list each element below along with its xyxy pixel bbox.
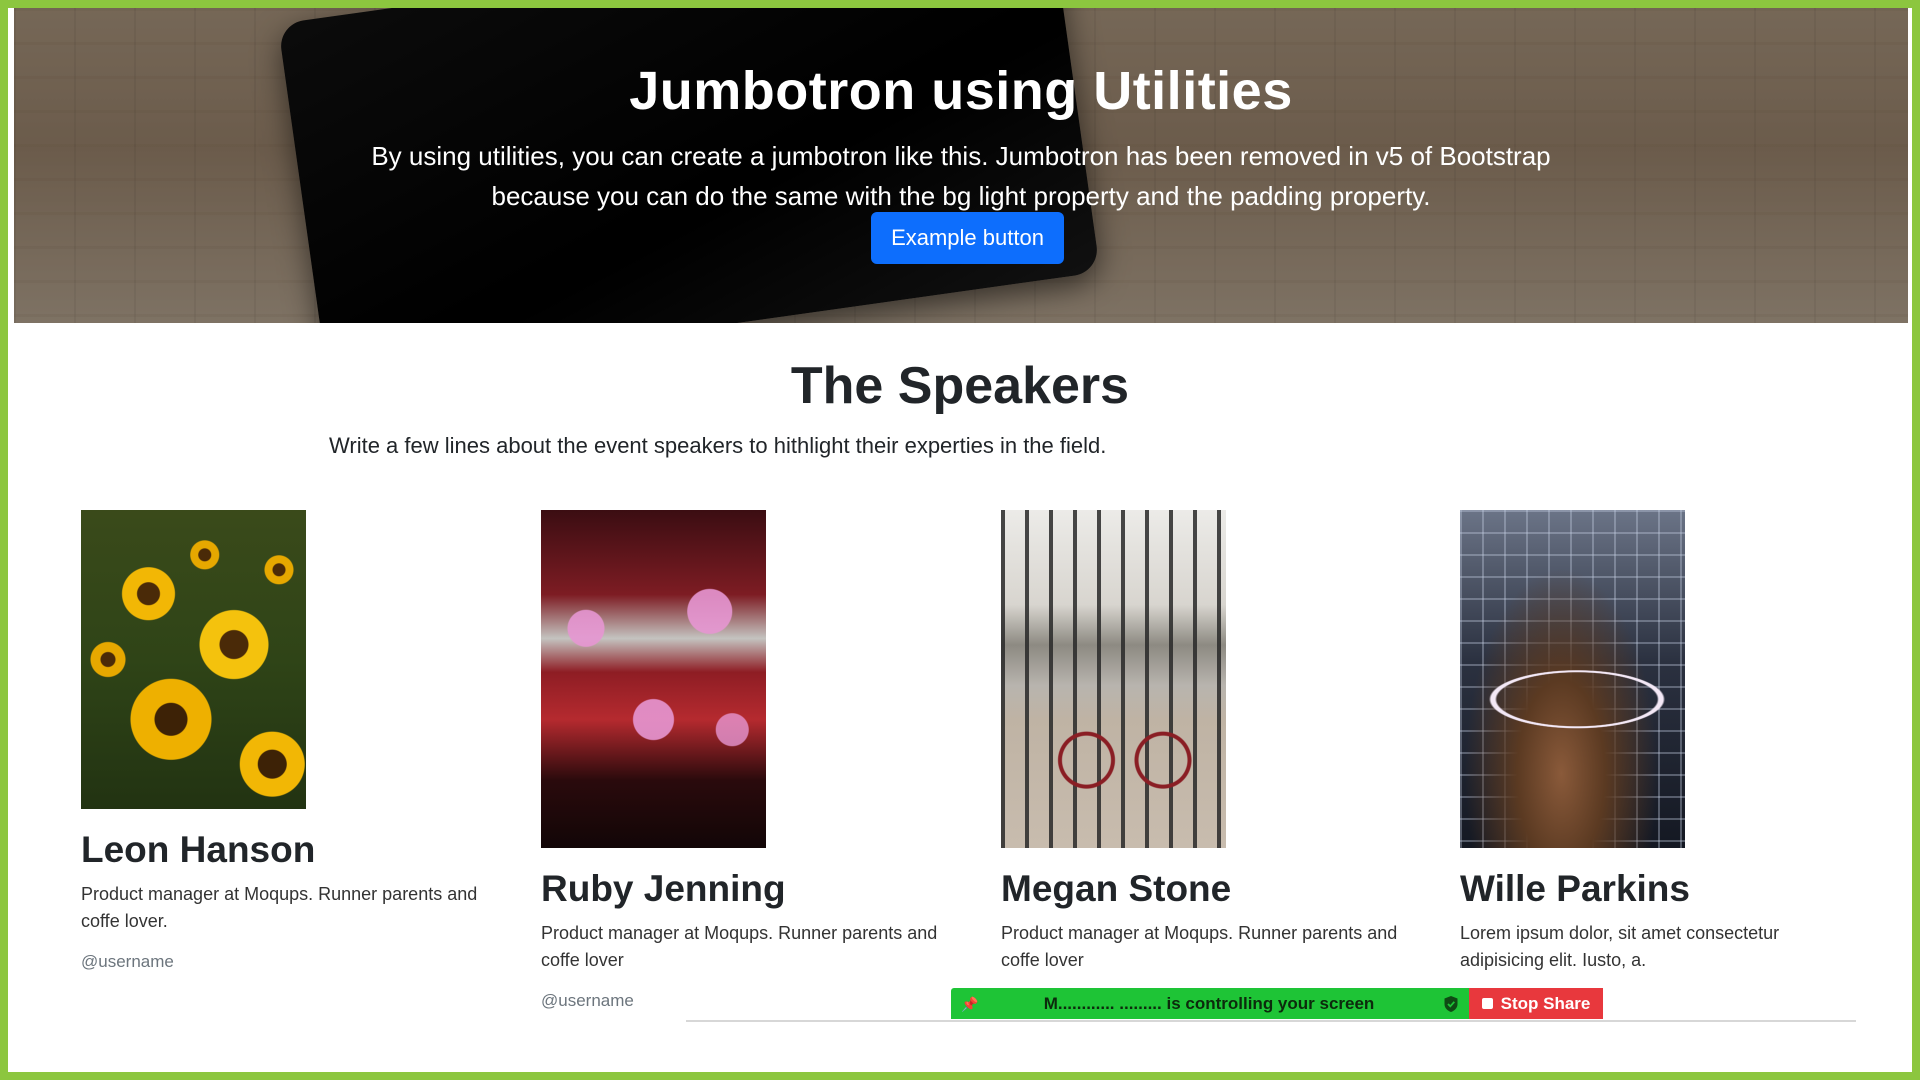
share-divider-line (686, 1020, 1856, 1022)
speaker-card: Megan Stone Product manager at Moqups. R… (1001, 510, 1421, 974)
speaker-name: Ruby Jenning (541, 868, 786, 909)
screen-control-message: M............ ......... is controlling y… (1043, 993, 1375, 1013)
speaker-bio: Product manager at Moqups. Runner parent… (1001, 923, 1398, 970)
speaker-card: Leon Hanson Product manager at Moqups. R… (81, 510, 501, 972)
speaker-name: Megan Stone (1001, 868, 1232, 909)
speaker-username: @username (541, 991, 634, 1010)
temple-blossoms-photo (541, 510, 766, 848)
speaker-name: Wille Parkins (1460, 868, 1690, 909)
hero-lead: By using utilities, you can create a jum… (371, 141, 1551, 211)
example-button[interactable]: Example button (871, 212, 1064, 264)
jumbotron: Jumbotron using Utilities By using utili… (14, 8, 1908, 323)
hero-content: Jumbotron using Utilities By using utili… (14, 8, 1908, 323)
speakers-subtitle: Write a few lines about the event speake… (329, 433, 1107, 458)
speaker-name: Leon Hanson (81, 829, 316, 870)
speaker-bio: Lorem ipsum dolor, sit amet consectetur … (1460, 923, 1780, 970)
screen-control-bar[interactable]: 📌 M............ ......... is controlling… (951, 988, 1469, 1019)
pin-icon[interactable]: 📌 (961, 997, 978, 1011)
speaker-card: Wille Parkins Lorem ipsum dolor, sit ame… (1460, 510, 1880, 974)
shield-check-icon (1444, 995, 1458, 1012)
speaker-username: @username (81, 952, 174, 971)
sunflower-field-photo (81, 510, 306, 809)
speaker-bio: Product manager at Moqups. Runner parent… (81, 884, 478, 931)
stop-share-button[interactable]: Stop Share (1469, 988, 1603, 1019)
stop-share-label: Stop Share (1500, 993, 1591, 1013)
speaker-card: Ruby Jenning Product manager at Moqups. … (541, 510, 961, 1011)
page-frame: Jumbotron using Utilities By using utili… (8, 8, 1912, 1072)
speaker-bio: Product manager at Moqups. Runner parent… (541, 923, 938, 970)
bicycle-by-lake-photo (1001, 510, 1226, 848)
glass-dome-garden-photo (1460, 510, 1685, 848)
hero-title: Jumbotron using Utilities (629, 61, 1293, 121)
stop-icon (1481, 998, 1493, 1009)
speakers-title: The Speakers (790, 357, 1130, 415)
